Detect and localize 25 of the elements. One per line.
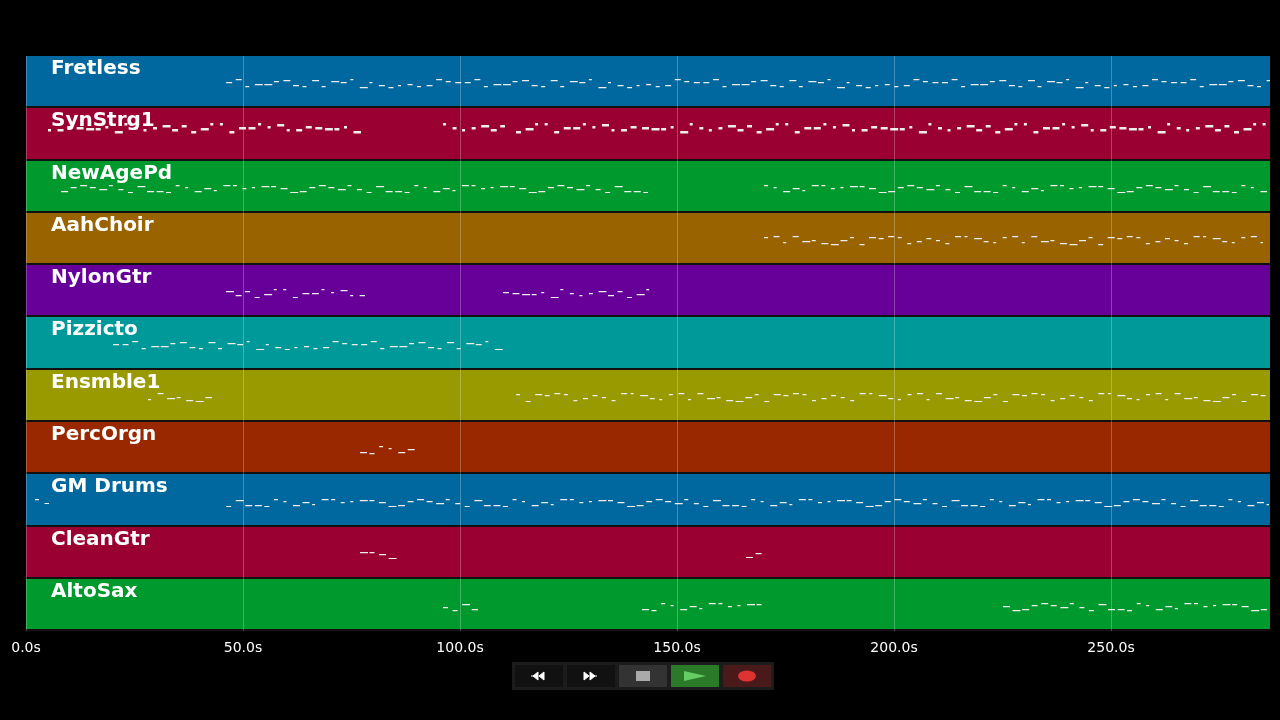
time-label: 250.0s <box>1087 639 1135 656</box>
record-button[interactable] <box>723 665 771 687</box>
time-label: 0.0s <box>11 639 41 656</box>
time-label: 50.0s <box>223 639 263 656</box>
time-label: 100.0s <box>436 639 484 656</box>
fast-forward-button[interactable] <box>567 665 615 687</box>
rewind-button[interactable] <box>515 665 563 687</box>
track-name: SynStrg1 <box>51 107 155 132</box>
track-name: Pizzicto <box>51 316 138 341</box>
track-name: Fretless <box>51 55 141 79</box>
play-button[interactable] <box>671 665 719 687</box>
stop-icon <box>633 669 653 683</box>
track-name: Ensmble1 <box>51 368 161 393</box>
track-name: NewAgePd <box>51 159 173 184</box>
track-name: GM Drums <box>51 473 168 498</box>
record-icon <box>737 669 757 683</box>
time-label: 150.0s <box>653 639 701 656</box>
track-name: NylonGtr <box>51 264 152 289</box>
track-name: AahChoir <box>51 211 154 236</box>
play-icon <box>683 669 707 683</box>
track-name: AltoSax <box>51 577 138 602</box>
stop-button[interactable] <box>619 665 667 687</box>
time-label: 200.0s <box>870 639 918 656</box>
track-name: CleanGtr <box>51 525 150 550</box>
track-name: PercOrgn <box>51 421 157 446</box>
